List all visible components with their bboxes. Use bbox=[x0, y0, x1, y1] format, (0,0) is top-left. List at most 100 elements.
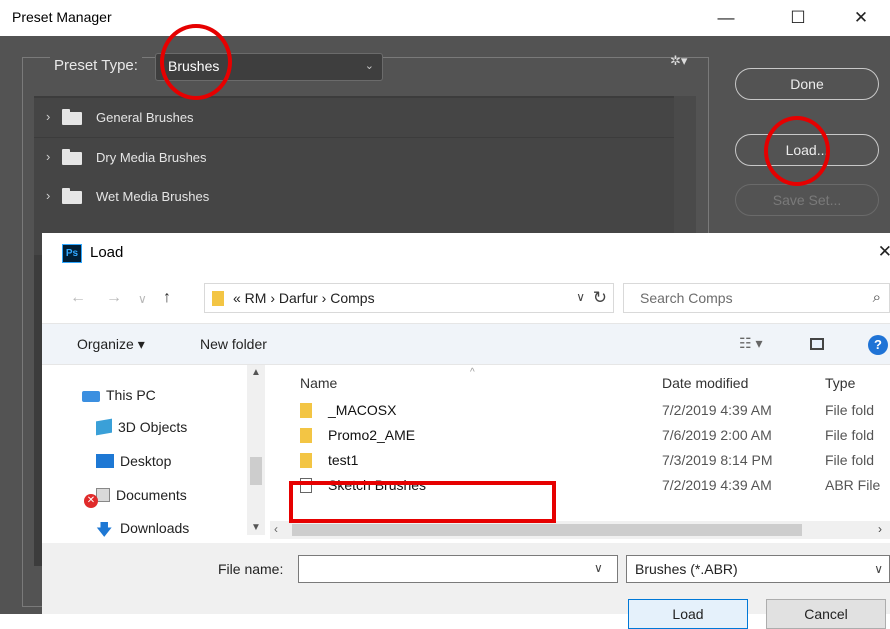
file-type: ABR File bbox=[825, 477, 881, 493]
desktop-icon bbox=[96, 454, 114, 468]
view-options-icon[interactable]: ☷ ▾ bbox=[739, 335, 762, 352]
dialog-footer: File name: ∨ Brushes (*.ABR) ∨ Load Canc… bbox=[42, 543, 890, 629]
preset-type-label: Preset Type: bbox=[50, 57, 142, 74]
load-dialog: Ps Load ✕ ← → ∨ ↑ « RM › Darfur › Comps … bbox=[42, 233, 890, 629]
preset-group-row[interactable]: › General Brushes bbox=[34, 98, 674, 137]
dialog-toolbar: Organize ▾ New folder ☷ ▾ ? bbox=[42, 323, 890, 365]
save-set-button: Save Set... bbox=[735, 184, 879, 216]
cancel-button[interactable]: Cancel bbox=[766, 599, 886, 629]
forward-arrow-icon[interactable]: → bbox=[106, 289, 122, 307]
file-type: File fold bbox=[825, 402, 875, 418]
preset-group-label: Wet Media Brushes bbox=[96, 189, 210, 204]
scroll-up-icon[interactable]: ▲ bbox=[251, 367, 261, 378]
search-box[interactable]: Search Comps ⌕ bbox=[623, 283, 890, 313]
close-icon[interactable]: ✕ bbox=[878, 242, 890, 262]
scroll-thumb[interactable] bbox=[292, 524, 802, 536]
scroll-thumb[interactable] bbox=[250, 457, 262, 485]
nav-item-label: Desktop bbox=[120, 453, 172, 469]
organize-menu[interactable]: Organize ▾ bbox=[77, 336, 145, 353]
file-type-select[interactable]: Brushes (*.ABR) ∨ bbox=[626, 555, 890, 583]
scroll-left-icon[interactable]: ‹ bbox=[274, 522, 278, 536]
column-header-type[interactable]: Type bbox=[825, 375, 855, 391]
sort-indicator-icon: ^ bbox=[470, 367, 475, 378]
chevron-down-icon: ∨ bbox=[874, 562, 883, 576]
nav-item-this-pc[interactable]: This PC bbox=[82, 387, 156, 403]
help-icon[interactable]: ? bbox=[868, 335, 888, 355]
folder-icon bbox=[62, 188, 82, 204]
scroll-down-icon[interactable]: ▼ bbox=[251, 522, 261, 533]
breadcrumb[interactable]: « RM › Darfur › Comps bbox=[233, 290, 375, 306]
chevron-down-icon[interactable]: ∨ bbox=[594, 561, 603, 575]
folder-icon bbox=[300, 453, 312, 468]
file-row[interactable]: test1 7/3/2019 8:14 PM File fold bbox=[284, 449, 890, 474]
maximize-button[interactable]: ☐ bbox=[775, 4, 821, 32]
search-icon[interactable]: ⌕ bbox=[873, 289, 881, 306]
column-header-name[interactable]: Name bbox=[300, 375, 337, 391]
back-arrow-icon[interactable]: ← bbox=[70, 289, 86, 307]
preset-group-label: General Brushes bbox=[96, 110, 194, 125]
file-date: 7/2/2019 4:39 AM bbox=[662, 477, 772, 493]
computer-icon bbox=[82, 391, 100, 402]
annotation-circle bbox=[764, 116, 830, 186]
chevron-right-icon[interactable]: › bbox=[46, 149, 50, 164]
preset-manager-titlebar: Preset Manager — ☐ ✕ bbox=[0, 0, 890, 36]
navigation-scrollbar[interactable]: ▲ ▼ bbox=[247, 365, 265, 535]
nav-item-label: 3D Objects bbox=[118, 419, 188, 435]
preset-group-row[interactable]: › Wet Media Brushes bbox=[34, 177, 674, 216]
load-confirm-button[interactable]: Load bbox=[628, 599, 748, 629]
load-dialog-titlebar: Ps Load ✕ bbox=[42, 233, 890, 273]
nav-item-label: Documents bbox=[116, 487, 187, 503]
file-name: Promo2_AME bbox=[328, 427, 416, 443]
chevron-down-icon[interactable]: ∨ bbox=[576, 290, 585, 304]
folder-icon bbox=[62, 149, 82, 165]
dialog-title: Load bbox=[90, 244, 124, 261]
file-name: _MACOSX bbox=[328, 402, 397, 418]
preset-group-row[interactable]: › Dry Media Brushes bbox=[34, 138, 674, 177]
address-bar[interactable]: « RM › Darfur › Comps ∨ ↻ bbox=[204, 283, 614, 313]
search-placeholder: Search Comps bbox=[640, 290, 733, 306]
chevron-right-icon[interactable]: › bbox=[46, 109, 50, 124]
folder-icon bbox=[212, 291, 224, 306]
downloads-icon: 🡇 bbox=[96, 522, 113, 539]
nav-item-desktop[interactable]: Desktop bbox=[96, 453, 171, 469]
nav-item-downloads[interactable]: 🡇 Downloads bbox=[96, 519, 190, 539]
file-row[interactable]: Promo2_AME 7/6/2019 2:00 AM File fold bbox=[284, 424, 890, 449]
folder-icon bbox=[300, 403, 312, 418]
nav-item-label: This PC bbox=[106, 387, 156, 403]
nav-item-label: Downloads bbox=[120, 520, 190, 536]
folder-icon bbox=[62, 109, 82, 125]
minimize-button[interactable]: — bbox=[703, 4, 749, 32]
cube-icon bbox=[96, 418, 112, 436]
file-name-label: File name: bbox=[218, 561, 284, 577]
file-type: File fold bbox=[825, 427, 875, 443]
navigation-bar: ← → ∨ ↑ « RM › Darfur › Comps ∨ ↻ Search… bbox=[42, 273, 890, 323]
file-date: 7/6/2019 2:00 AM bbox=[662, 427, 772, 443]
nav-item-3d-objects[interactable]: 3D Objects bbox=[96, 418, 188, 436]
up-arrow-icon[interactable]: ↑ bbox=[163, 289, 171, 307]
file-name-input[interactable] bbox=[298, 555, 618, 583]
column-header-date[interactable]: Date modified bbox=[662, 375, 748, 391]
file-type: File fold bbox=[825, 452, 875, 468]
file-type-value: Brushes (*.ABR) bbox=[635, 561, 738, 577]
recent-locations-icon[interactable]: ∨ bbox=[138, 292, 147, 306]
navigation-pane: This PC 3D Objects Desktop Documents ✕ 🡇… bbox=[42, 365, 270, 539]
chevron-right-icon[interactable]: › bbox=[46, 188, 50, 203]
annotation-circle bbox=[160, 24, 232, 100]
new-folder-button[interactable]: New folder bbox=[200, 336, 267, 352]
preview-pane-icon[interactable] bbox=[810, 338, 824, 350]
file-name: test1 bbox=[328, 452, 359, 468]
done-button[interactable]: Done bbox=[735, 68, 879, 100]
nav-item-documents[interactable]: Documents ✕ bbox=[84, 487, 187, 508]
scroll-right-icon[interactable]: › bbox=[878, 522, 882, 536]
folder-icon bbox=[300, 428, 312, 443]
close-button[interactable]: ✕ bbox=[838, 4, 884, 32]
file-date: 7/2/2019 4:39 AM bbox=[662, 402, 772, 418]
photoshop-icon: Ps bbox=[62, 244, 82, 263]
gear-icon[interactable]: ✲▾ bbox=[670, 53, 687, 69]
annotation-box bbox=[289, 481, 556, 523]
refresh-icon[interactable]: ↻ bbox=[593, 288, 607, 308]
documents-icon bbox=[96, 488, 110, 502]
horizontal-scrollbar[interactable]: ‹ › bbox=[270, 521, 890, 539]
file-row[interactable]: _MACOSX 7/2/2019 4:39 AM File fold bbox=[284, 399, 890, 424]
chevron-down-icon: ⌄ bbox=[364, 60, 374, 72]
